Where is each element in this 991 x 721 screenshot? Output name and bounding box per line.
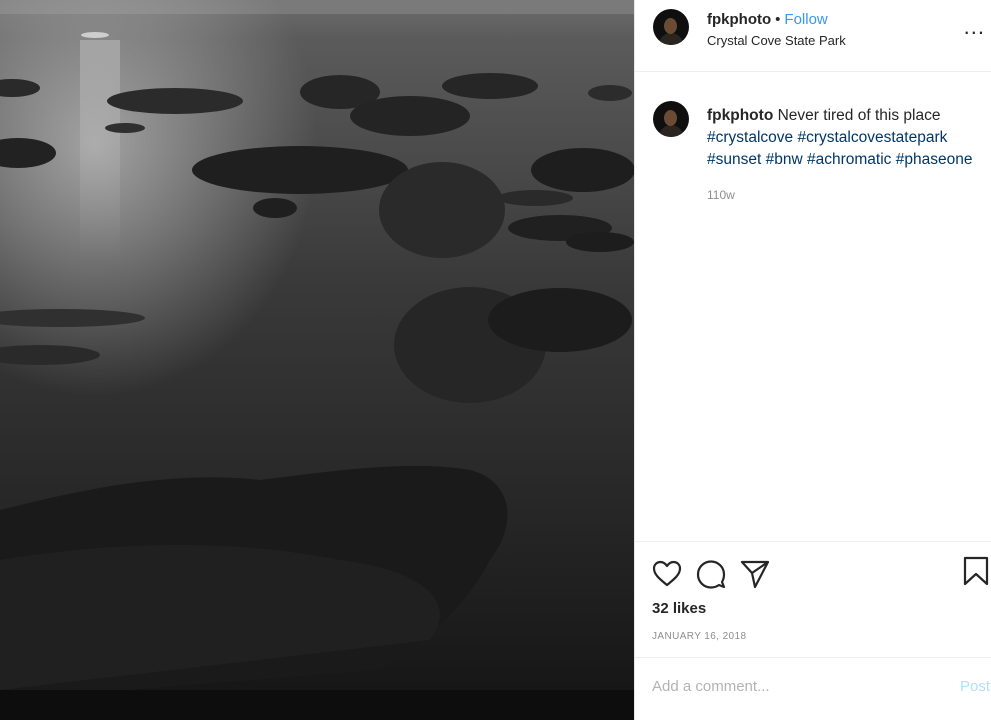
hashtag[interactable]: #crystalcovestatepark bbox=[797, 129, 947, 146]
hashtag[interactable]: #sunset bbox=[707, 151, 761, 168]
caption-text: Never tired of this place bbox=[777, 107, 941, 124]
avatar-shoulders bbox=[659, 125, 683, 137]
avatar[interactable] bbox=[653, 9, 689, 45]
hashtag[interactable]: #achromatic bbox=[807, 151, 891, 168]
likes-count[interactable]: 32 likes bbox=[652, 600, 706, 617]
location-link[interactable]: Crystal Cove State Park bbox=[707, 33, 846, 48]
hashtag[interactable]: #phaseone bbox=[896, 151, 973, 168]
post-header: fpkphoto • Follow Crystal Cove State Park … bbox=[635, 0, 991, 72]
comment-input[interactable] bbox=[652, 678, 932, 695]
caption-avatar[interactable] bbox=[653, 101, 689, 137]
post-date[interactable]: JANUARY 16, 2018 bbox=[652, 631, 746, 642]
seascape-photo bbox=[0, 0, 634, 720]
paper-plane-icon[interactable] bbox=[739, 558, 771, 590]
heart-icon[interactable] bbox=[651, 558, 683, 590]
post-caption: fpkphoto Never tired of this place #crys… bbox=[707, 105, 987, 171]
action-icons bbox=[651, 554, 783, 594]
hashtag[interactable]: #bnw bbox=[766, 151, 803, 168]
avatar-shoulders bbox=[659, 33, 683, 45]
avatar-face bbox=[664, 110, 677, 126]
instagram-post: fpkphoto • Follow Crystal Cove State Park … bbox=[0, 0, 991, 720]
more-options-icon[interactable]: ... bbox=[964, 14, 985, 40]
comments-section: fpkphoto Never tired of this place #crys… bbox=[635, 72, 991, 542]
bookmark-icon[interactable] bbox=[962, 556, 990, 586]
caption-username[interactable]: fpkphoto bbox=[707, 107, 773, 124]
post-sidebar: fpkphoto • Follow Crystal Cove State Park … bbox=[634, 0, 991, 720]
comment-bubble-icon[interactable] bbox=[695, 558, 727, 590]
action-bar: 32 likes JANUARY 16, 2018 bbox=[635, 541, 991, 658]
username-link[interactable]: fpkphoto bbox=[707, 11, 771, 28]
caption-timestamp[interactable]: 110w bbox=[707, 188, 735, 202]
hashtag[interactable]: #crystalcove bbox=[707, 129, 793, 146]
post-photo[interactable] bbox=[0, 0, 634, 720]
separator-dot: • bbox=[775, 11, 781, 28]
post-comment-button[interactable]: Post bbox=[960, 678, 990, 695]
avatar-face bbox=[664, 18, 677, 34]
comment-form: Post bbox=[635, 657, 991, 721]
header-meta: fpkphoto • Follow Crystal Cove State Park bbox=[707, 11, 846, 48]
follow-button[interactable]: Follow bbox=[784, 11, 827, 28]
